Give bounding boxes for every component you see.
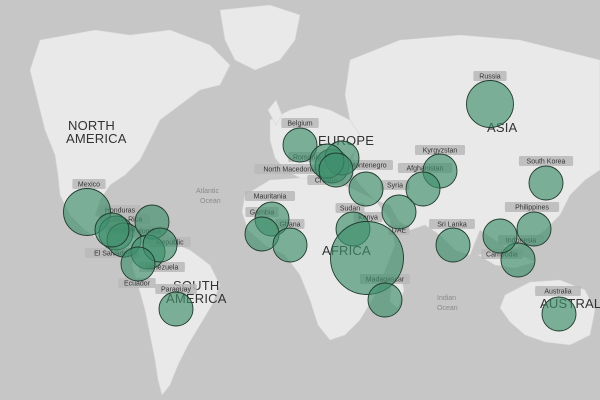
country-label: Sudan <box>340 206 360 213</box>
bubble-marker[interactable] <box>516 211 552 247</box>
ocean-label: Atlantic <box>196 188 219 195</box>
country-label: South Korea <box>527 159 566 166</box>
bubble-marker[interactable] <box>158 291 194 327</box>
bubble-marker[interactable] <box>120 246 156 282</box>
bubble-marker[interactable] <box>528 165 564 201</box>
country-label: Syria <box>387 183 403 190</box>
bubble-marker[interactable] <box>381 194 417 230</box>
land-layer <box>29 4 600 396</box>
bubble-marker[interactable] <box>318 152 354 188</box>
bubble-marker[interactable] <box>435 227 471 263</box>
bubble-marker[interactable] <box>272 227 308 263</box>
ocean-label: Ocean <box>200 198 221 205</box>
continent-label: AMERICA <box>66 131 127 146</box>
bubble-marker[interactable] <box>466 80 514 128</box>
bubble-marker[interactable] <box>367 282 403 318</box>
country-label: Australia <box>544 289 571 296</box>
world-map[interactable]: NORTH AMERICA EUROPE ASIA AFRICA SOUTH A… <box>0 0 600 400</box>
country-label: Kyrgyzstan <box>423 148 458 155</box>
ocean-label: Ocean <box>437 305 458 312</box>
country-label: Belgium <box>287 121 312 128</box>
country-label: Mauritania <box>254 194 287 201</box>
ocean-label: Indian <box>437 295 456 302</box>
bubble-marker[interactable] <box>482 218 518 254</box>
country-label: Philippines <box>515 205 549 212</box>
country-label: Ecuador <box>124 281 151 288</box>
country-label: North Macedonia <box>263 167 316 174</box>
country-label: Sri Lanka <box>437 222 467 229</box>
bubble-marker[interactable] <box>94 212 130 248</box>
country-label: Russia <box>479 74 501 81</box>
map-canvas[interactable]: NORTH AMERICA EUROPE ASIA AFRICA SOUTH A… <box>0 0 600 400</box>
bubble-marker[interactable] <box>541 296 577 332</box>
country-label: Mexico <box>78 182 100 189</box>
bubble-marker[interactable] <box>348 171 384 207</box>
bubble-marker[interactable] <box>330 221 404 295</box>
